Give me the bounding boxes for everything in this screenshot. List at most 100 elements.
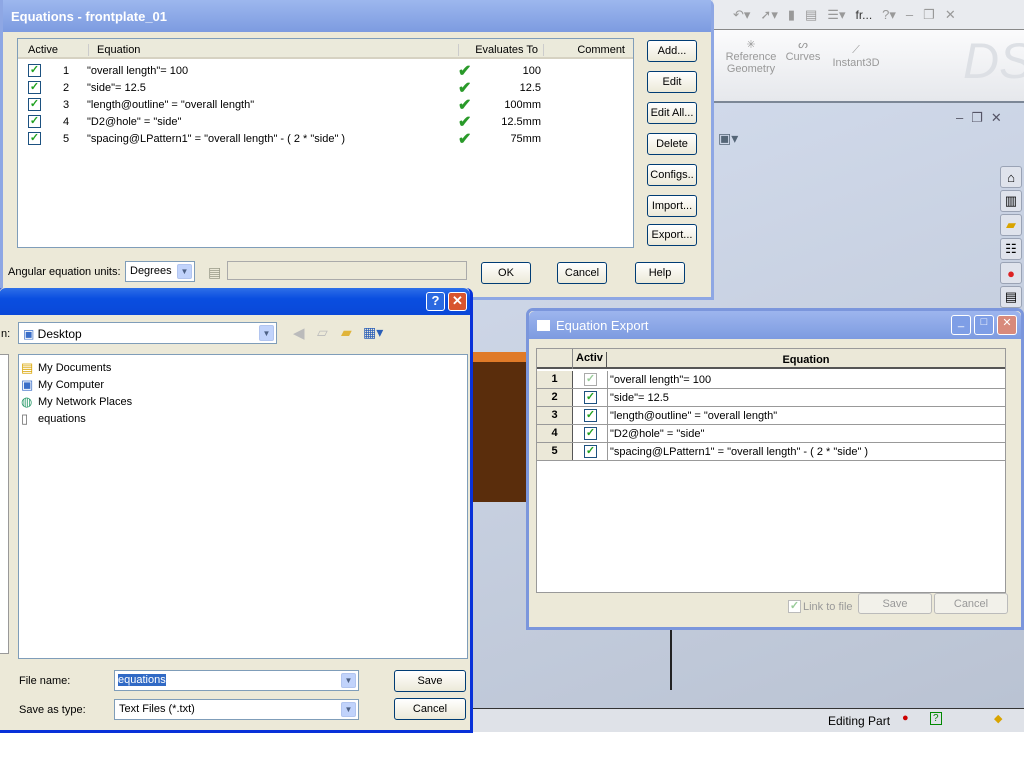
notepad-icon[interactable]: ▤ (208, 264, 221, 281)
file-item[interactable]: ▯ equations (21, 410, 465, 427)
column-evaluates-to[interactable]: Evaluates To (458, 44, 538, 56)
export-row[interactable]: 5 ✓ "spacing@LPattern1" = "overall lengt… (537, 443, 1005, 461)
tag-icon[interactable]: ◆ (994, 712, 1002, 725)
back-icon[interactable]: ◀ (293, 324, 305, 342)
configs-button[interactable]: Configs.. (647, 164, 697, 186)
file-item[interactable]: ▣ My Computer (21, 376, 465, 393)
help-icon[interactable]: ?▾ (882, 7, 896, 23)
options-icon[interactable]: ☰▾ (827, 7, 845, 23)
curves-button[interactable]: ᔕ Curves (783, 38, 823, 63)
column-comment[interactable]: Comment (543, 44, 625, 56)
export-minimize-button[interactable]: _ (951, 315, 971, 335)
file-item[interactable]: ▤ My Documents (21, 359, 465, 376)
active-checkbox[interactable]: ✓ (584, 373, 597, 386)
cell-divider (607, 407, 608, 424)
active-checkbox[interactable]: ✓ (584, 409, 597, 422)
file-properties-icon[interactable]: ▤ (805, 7, 817, 23)
file-name-input[interactable]: equations ▼ (114, 670, 359, 691)
folder-icon[interactable]: ▰ (1000, 214, 1022, 236)
ribbon: ✳ Reference Geometry ᔕ Curves ⟋ Instant3D D… (713, 30, 1024, 103)
angular-units-select[interactable]: Degrees ▼ (125, 261, 195, 282)
save-button[interactable]: Save (394, 670, 466, 692)
close-icon[interactable]: ✕ (945, 7, 956, 23)
equation-row[interactable]: ✓ 2 "side"= 12.5 ✔ 12.5 (18, 80, 633, 97)
export-row[interactable]: 3 ✓ "length@outline" = "overall length" (537, 407, 1005, 425)
resources-icon[interactable]: ▥ (1000, 190, 1022, 212)
corner-cell (537, 349, 573, 369)
save-in-combo[interactable]: ▣ Desktop ▼ (18, 322, 277, 344)
viewport-minimize-icon[interactable]: – (956, 110, 971, 125)
save-in-label: n: (1, 328, 11, 340)
new-folder-icon[interactable]: ▰ (341, 324, 352, 341)
active-checkbox[interactable]: ✓ (28, 98, 41, 111)
equation-row[interactable]: ✓ 5 "spacing@LPattern1" = "overall lengt… (18, 131, 633, 148)
export-row[interactable]: 2 ✓ "side"= 12.5 (537, 389, 1005, 407)
properties-icon[interactable]: ▤ (1000, 286, 1022, 308)
equation-export-window: Equation Export _ □ ✕ Activ Equation 1 ✓… (526, 308, 1024, 630)
import-button[interactable]: Import... (647, 195, 697, 217)
instant3d-icon: ⟋ (852, 44, 860, 56)
save-type-select[interactable]: Text Files (*.txt) ▼ (114, 699, 359, 720)
export-title-bar[interactable]: Equation Export (529, 311, 1021, 339)
equation-text-field[interactable] (227, 261, 467, 280)
cancel-button[interactable]: Cancel (557, 262, 607, 284)
ok-button[interactable]: OK (481, 262, 531, 284)
equation-row[interactable]: ✓ 1 "overall length"= 100 ✔ 100 (18, 63, 633, 80)
viewport-restore-icon[interactable]: ❐ (971, 110, 991, 125)
active-checkbox[interactable]: ✓ (28, 64, 41, 77)
link-to-file-checkbox[interactable]: ✓ Link to file (788, 600, 853, 613)
select-icon[interactable]: ➚▾ (760, 7, 777, 23)
rebuild-icon[interactable]: ▮ (788, 7, 795, 23)
up-folder-icon[interactable]: ▱ (317, 324, 328, 341)
active-checkbox[interactable]: ✓ (28, 115, 41, 128)
delete-button[interactable]: Delete (647, 133, 697, 155)
row-number: 2 (63, 82, 70, 94)
appearance-icon[interactable]: ● (1000, 262, 1022, 284)
active-checkbox[interactable]: ✓ (28, 132, 41, 145)
help-title-button[interactable]: ? (426, 292, 445, 311)
export-row[interactable]: 1 ✓ "overall length"= 100 (537, 371, 1005, 389)
view-menu-icon[interactable]: ▦▾ (363, 324, 383, 341)
file-item[interactable]: ◍ My Network Places (21, 393, 465, 410)
restore-icon[interactable]: ❐ (923, 7, 935, 23)
minimize-icon[interactable]: – (906, 7, 913, 22)
undo-icon[interactable]: ↶▾ (733, 7, 750, 23)
home-icon[interactable]: ⌂ (1000, 166, 1022, 188)
active-checkbox[interactable]: ✓ (584, 391, 597, 404)
add-button[interactable]: Add... (647, 40, 697, 62)
column-equation[interactable]: Equation (607, 354, 1005, 366)
instant3d-button[interactable]: ⟋ Instant3D (831, 44, 881, 69)
reference-geometry-button[interactable]: ✳ Reference Geometry (723, 38, 779, 75)
active-checkbox[interactable]: ✓ (28, 81, 41, 94)
quick-tips-icon[interactable]: ? (930, 712, 942, 725)
export-save-button[interactable]: Save (858, 593, 932, 614)
export-row[interactable]: 4 ✓ "D2@hole" = "side" (537, 425, 1005, 443)
active-checkbox[interactable]: ✓ (584, 445, 597, 458)
column-equation[interactable]: Equation (88, 44, 468, 56)
equation-row[interactable]: ✓ 3 "length@outline" = "overall length" … (18, 97, 633, 114)
viewport-close-icon[interactable]: ✕ (991, 110, 1010, 125)
quick-access-toolbar: ↶▾ ➚▾ ▮ ▤ ☰▾ fr... ?▾ – ❐ ✕ (713, 0, 1024, 30)
active-checkbox[interactable]: ✓ (584, 427, 597, 440)
edit-all-button[interactable]: Edit All... (647, 102, 697, 124)
text-file-icon: ▯ (21, 410, 29, 426)
column-active[interactable]: Active (28, 44, 58, 56)
export-button[interactable]: Export... (647, 224, 697, 246)
export-close-button[interactable]: ✕ (997, 315, 1017, 335)
column-active[interactable]: Activ (573, 352, 607, 369)
file-name-label: File name: (19, 675, 71, 687)
document-title: fr... (855, 7, 873, 22)
equations-title-bar[interactable]: Equations - frontplate_01 (3, 0, 711, 32)
edit-button[interactable]: Edit (647, 71, 697, 93)
help-button[interactable]: Help (635, 262, 685, 284)
save-title-bar[interactable] (0, 288, 470, 315)
equation-row[interactable]: ✓ 4 "D2@hole" = "side" ✔ 12.5mm (18, 114, 633, 131)
export-maximize-button[interactable]: □ (974, 315, 994, 335)
window-icon (537, 319, 550, 331)
rebuild-status-icon[interactable]: ● (902, 712, 909, 724)
cancel-button[interactable]: Cancel (394, 698, 466, 720)
library-icon[interactable]: ☷ (1000, 238, 1022, 260)
export-cancel-button[interactable]: Cancel (934, 593, 1008, 614)
display-style-icon[interactable]: ▣▾ (718, 130, 738, 147)
close-title-button[interactable]: ✕ (448, 292, 467, 311)
